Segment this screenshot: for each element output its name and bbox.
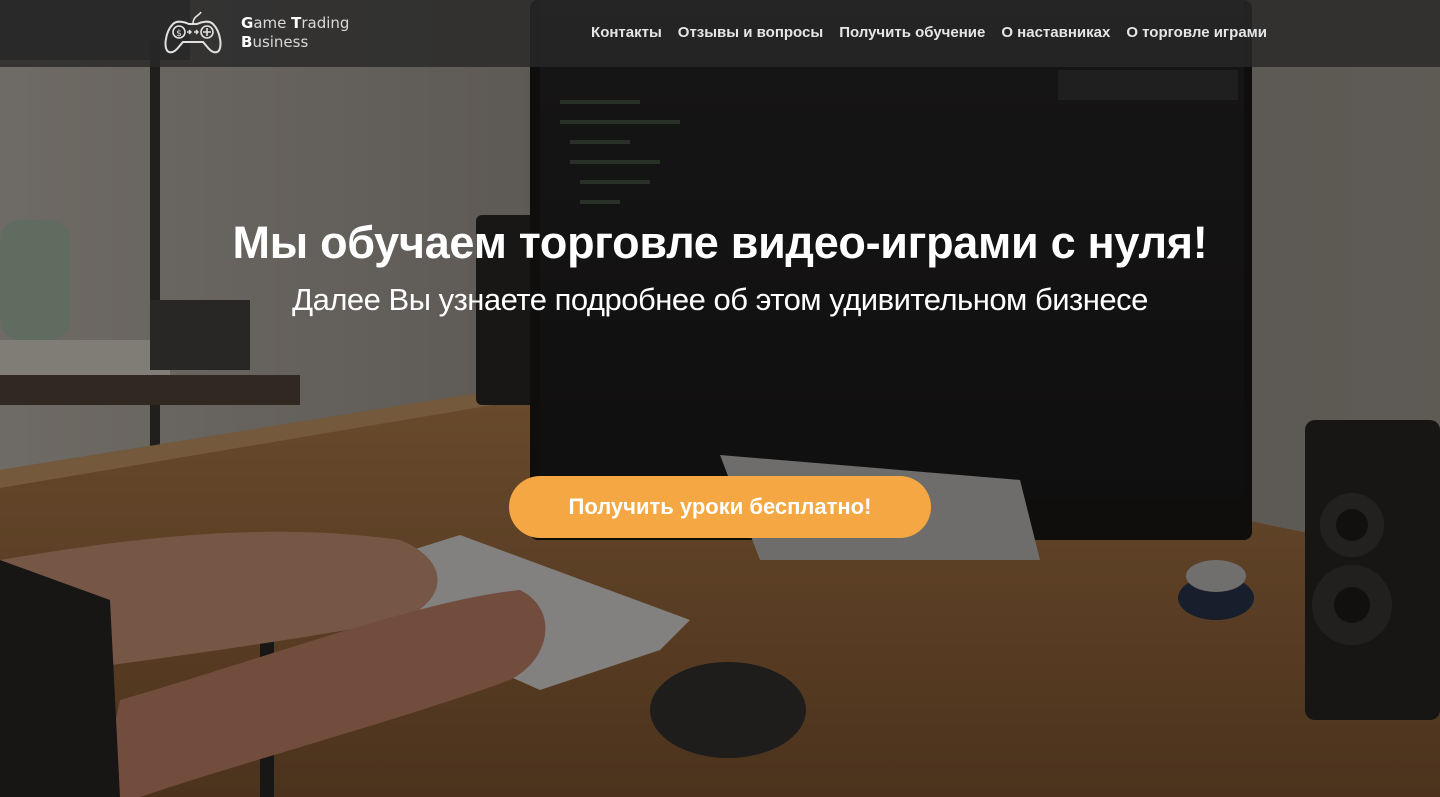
logo-line-1: Game Trading [241, 14, 349, 33]
nav-link-reviews[interactable]: Отзывы и вопросы [678, 24, 823, 41]
logo-text: Game Trading Business [241, 14, 349, 52]
logo-word-rading: rading [301, 14, 350, 32]
get-free-lessons-button[interactable]: Получить уроки бесплатно! [509, 476, 931, 538]
logo-word-usiness: usiness [252, 33, 309, 51]
main-nav: Контакты Отзывы и вопросы Получить обуче… [591, 24, 1267, 41]
svg-text:$: $ [176, 29, 182, 39]
hero-background-photo [0, 0, 1440, 797]
site-logo[interactable]: $ Game Trading Business [163, 10, 363, 56]
logo-word-ame: ame [253, 14, 292, 32]
gamepad-dollar-icon: $ [164, 11, 222, 54]
nav-link-mentors[interactable]: О наставниках [1001, 24, 1110, 41]
hero-section [0, 0, 1440, 797]
logo-letter-b: B [241, 33, 253, 51]
nav-link-about-trading[interactable]: О торговле играми [1126, 24, 1267, 41]
logo-letter-t: T [291, 14, 302, 32]
logo-line-2: Business [241, 33, 349, 52]
hero-subtitle: Далее Вы узнаете подробнее об этом удиви… [292, 282, 1148, 317]
logo-letter-g: G [241, 14, 254, 32]
nav-link-get-training[interactable]: Получить обучение [839, 24, 985, 41]
hero-title: Мы обучаем торговле видео-играми с нуля! [232, 217, 1208, 268]
header-bar: $ Game Trading Business Контакты Отзывы … [0, 0, 1440, 67]
nav-link-contacts[interactable]: Контакты [591, 24, 662, 41]
